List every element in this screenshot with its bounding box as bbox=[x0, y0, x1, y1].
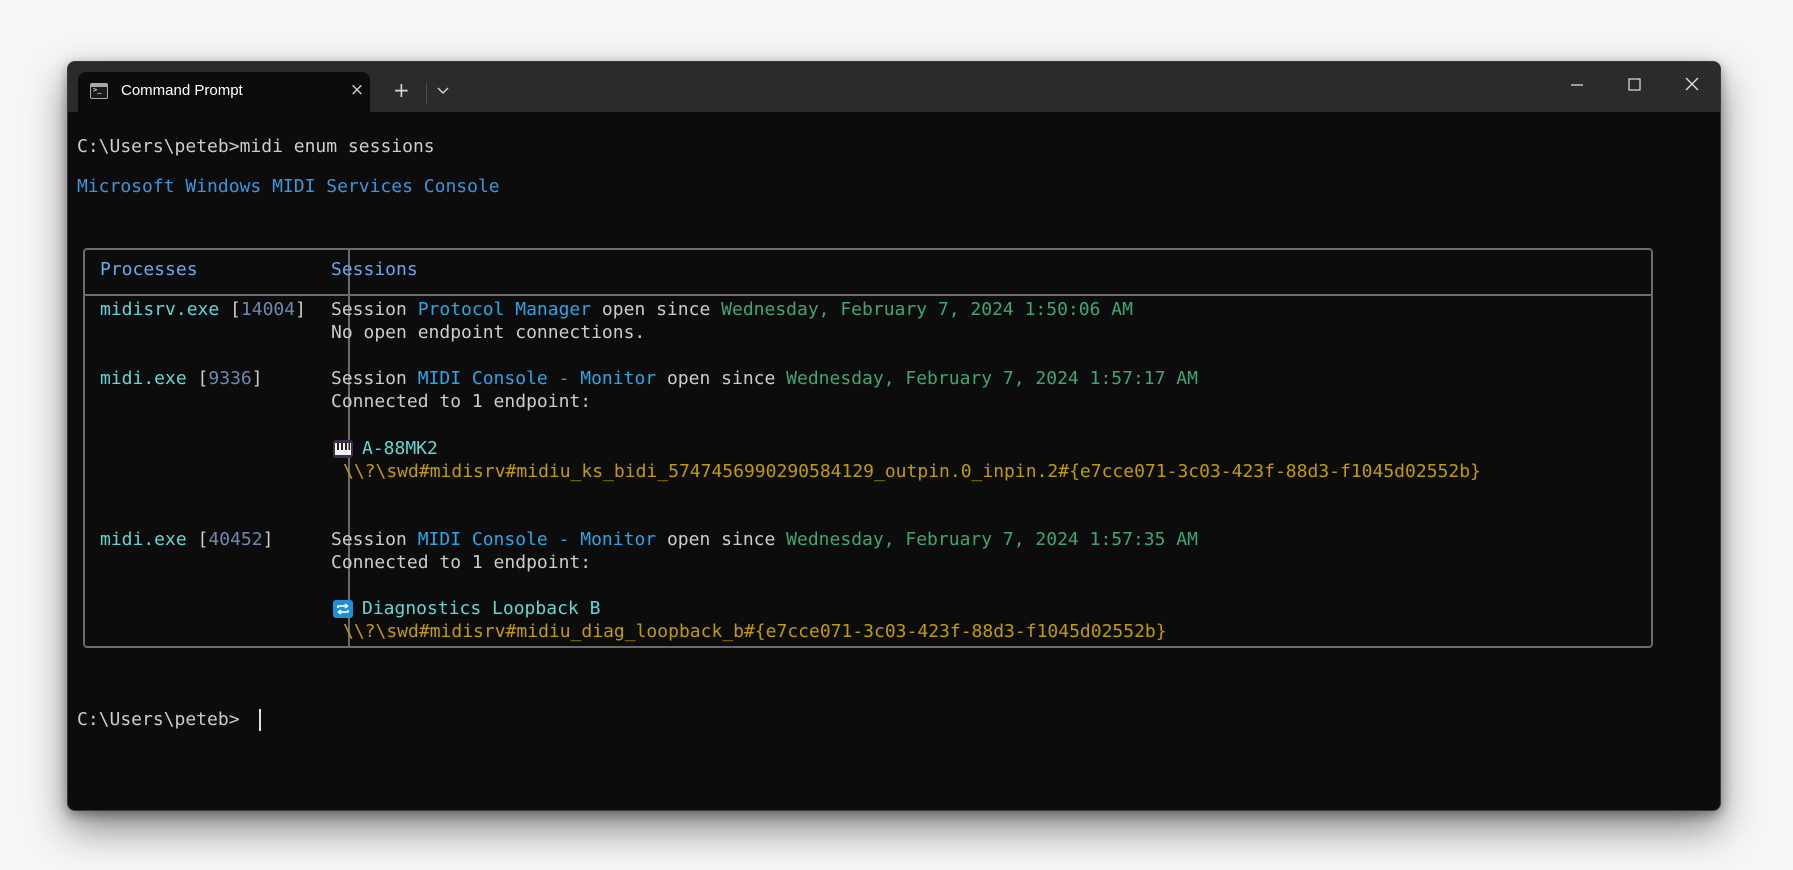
endpoint-path: \\?\swd#midisrv#midiu_diag_loopback_b#{e… bbox=[343, 621, 1167, 642]
session-line: Session Protocol Manager open since Wedn… bbox=[331, 298, 1133, 321]
bracket: [ bbox=[219, 299, 241, 320]
tab-command-prompt[interactable]: Command Prompt × bbox=[78, 72, 370, 112]
process-name: midisrv.exe bbox=[100, 299, 220, 320]
process-name: midi.exe bbox=[100, 368, 187, 389]
process-id: 14004 bbox=[240, 299, 296, 320]
session-line: Session MIDI Console - Monitor open sinc… bbox=[331, 367, 1198, 390]
prompt: C:\Users\peteb> bbox=[77, 136, 240, 157]
endpoint-path: \\?\swd#midisrv#midiu_ks_bidi_5747456990… bbox=[343, 461, 1481, 482]
connection-status: No open endpoint connections. bbox=[331, 322, 646, 343]
maximize-icon[interactable] bbox=[1614, 70, 1654, 98]
session-name: MIDI Console - Monitor bbox=[417, 368, 657, 389]
final-prompt: C:\Users\peteb> bbox=[77, 709, 240, 730]
session-line: Session MIDI Console - Monitor open sinc… bbox=[331, 528, 1198, 551]
bracket: ] bbox=[295, 299, 306, 320]
session-label: Session bbox=[331, 368, 418, 389]
chevron-down-icon[interactable] bbox=[436, 84, 450, 98]
process-name: midi.exe bbox=[100, 529, 187, 550]
session-label: Session bbox=[331, 299, 418, 320]
table-row-process: midi.exe [9336] bbox=[100, 367, 263, 390]
loopback-icon bbox=[333, 600, 353, 618]
bracket: ] bbox=[251, 368, 263, 389]
banner: Microsoft Windows MIDI Services Console bbox=[77, 176, 500, 197]
bracket: [ bbox=[186, 529, 209, 550]
terminal-icon bbox=[90, 83, 108, 99]
bracket: ] bbox=[262, 529, 274, 550]
connection-status: Connected to 1 endpoint: bbox=[331, 552, 592, 573]
session-timestamp: Wednesday, February 7, 2024 1:57:35 AM bbox=[786, 529, 1198, 550]
tab-close-icon[interactable]: × bbox=[349, 81, 365, 99]
piano-keyboard-icon bbox=[333, 440, 353, 458]
open-since-label: open since bbox=[656, 529, 787, 550]
session-name: Protocol Manager bbox=[417, 299, 592, 320]
tab-title: Command Prompt bbox=[121, 82, 243, 99]
process-id: 9336 bbox=[208, 368, 252, 389]
minimize-icon[interactable] bbox=[1557, 70, 1597, 98]
command: midi enum sessions bbox=[239, 136, 435, 157]
header-sessions: Sessions bbox=[331, 259, 418, 280]
endpoint-name: Diagnostics Loopback B bbox=[362, 598, 601, 619]
tab-separator bbox=[426, 82, 427, 104]
table-row-process: midi.exe [40452] bbox=[100, 528, 273, 551]
header-processes: Processes bbox=[100, 259, 198, 280]
endpoint-name: A-88MK2 bbox=[362, 438, 438, 459]
process-id: 40452 bbox=[208, 529, 263, 550]
session-timestamp: Wednesday, February 7, 2024 1:57:17 AM bbox=[786, 368, 1198, 389]
session-name: MIDI Console - Monitor bbox=[417, 529, 657, 550]
command-line: C:\Users\peteb>midi enum sessions bbox=[77, 135, 435, 158]
session-label: Session bbox=[331, 529, 418, 550]
close-icon[interactable] bbox=[1672, 70, 1712, 98]
header-divider bbox=[85, 294, 1651, 296]
plus-icon[interactable]: + bbox=[393, 80, 410, 100]
terminal-output[interactable]: C:\Users\peteb>midi enum sessions Micros… bbox=[68, 112, 1720, 810]
sessions-table: Processes Sessions midisrv.exe [14004] S… bbox=[83, 248, 1653, 648]
session-timestamp: Wednesday, February 7, 2024 1:50:06 AM bbox=[721, 299, 1133, 320]
title-bar: Command Prompt × + bbox=[68, 62, 1720, 112]
bracket: [ bbox=[186, 368, 209, 389]
open-since-label: open since bbox=[656, 368, 787, 389]
open-since-label: open since bbox=[591, 299, 722, 320]
terminal-window: Command Prompt × + C:\Users\peteb>midi e… bbox=[67, 61, 1721, 811]
connection-status: Connected to 1 endpoint: bbox=[331, 391, 592, 412]
table-row-process: midisrv.exe [14004] bbox=[100, 298, 306, 321]
text-cursor bbox=[259, 709, 261, 731]
